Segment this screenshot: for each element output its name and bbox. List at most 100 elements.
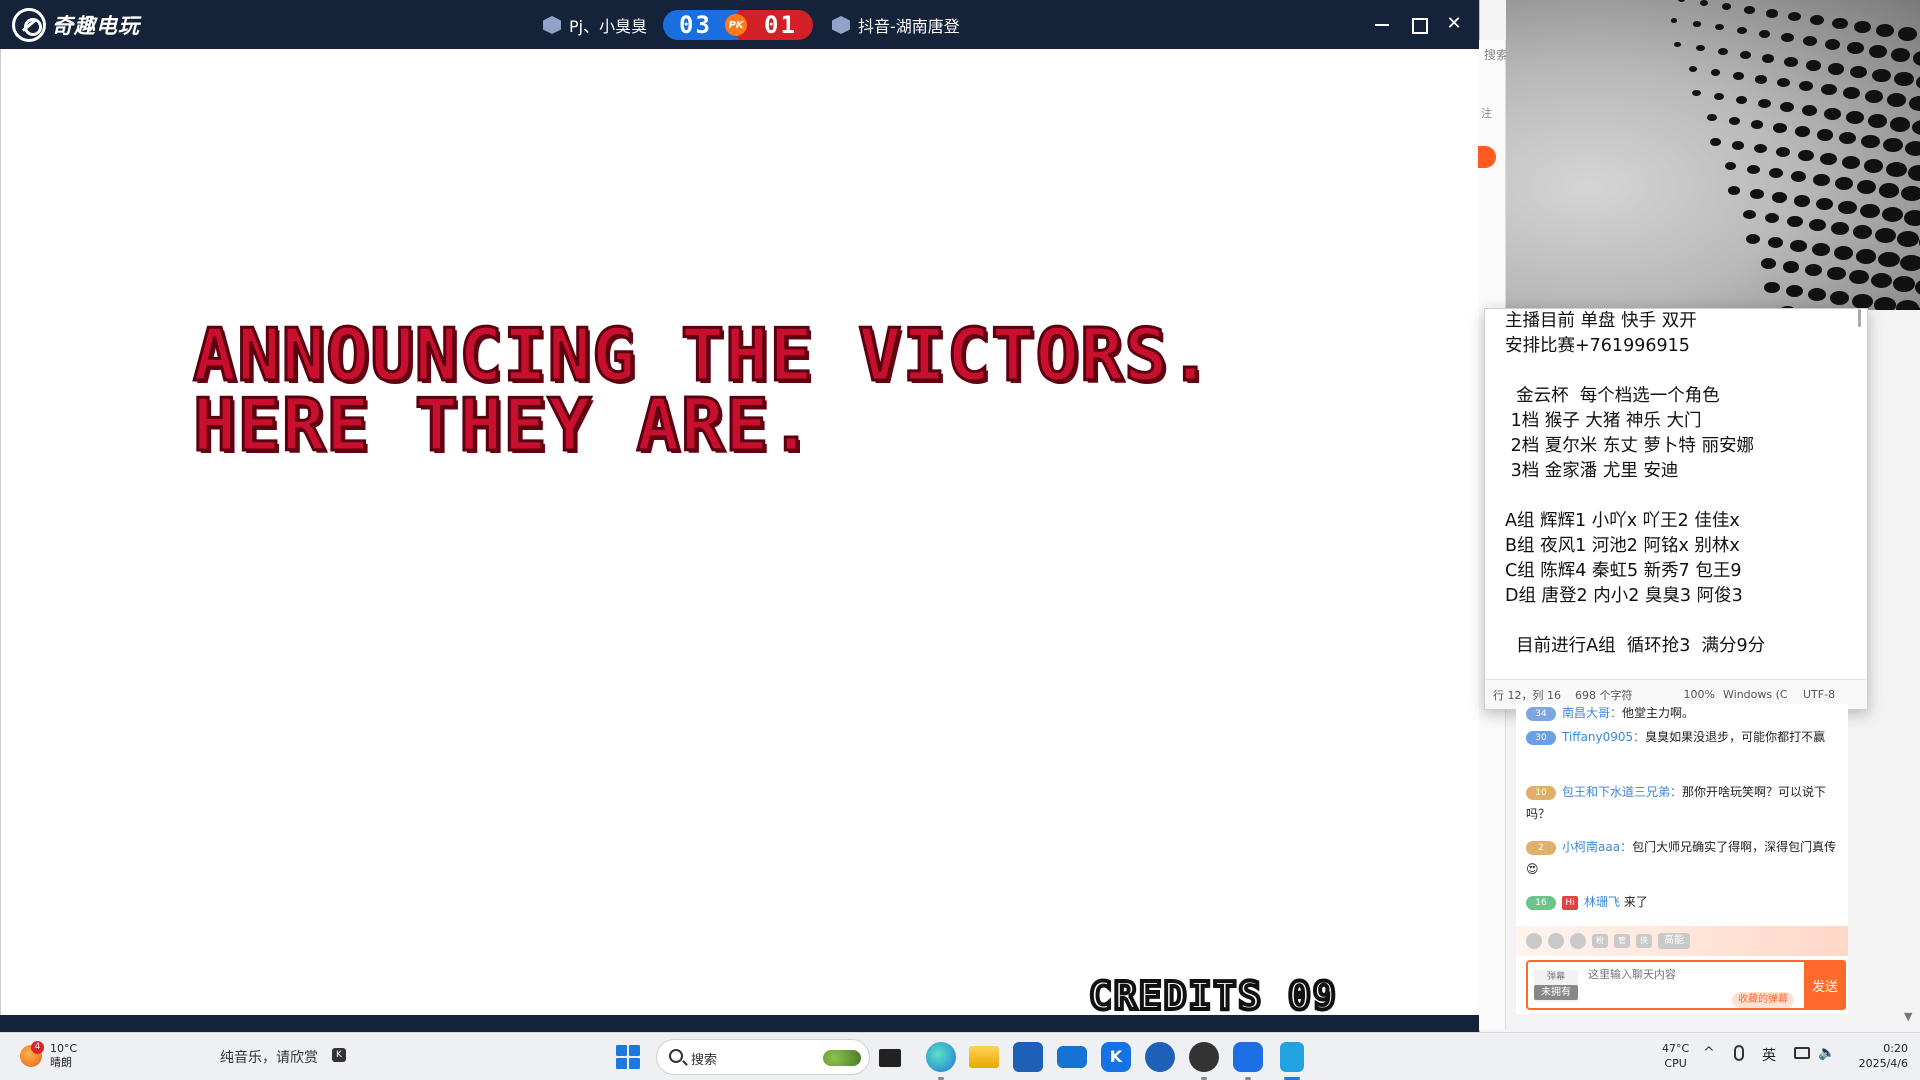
camera-hole xyxy=(1821,84,1837,96)
camera-hole xyxy=(1838,201,1857,215)
notepad-window[interactable]: 主播目前 单盘 快手 双开 安排比赛+761996915 金云杯 每个档选一个角… xyxy=(1484,308,1868,710)
chat-username[interactable]: 包王和下水道三兄弟： xyxy=(1562,785,1682,799)
input-language[interactable]: 英 xyxy=(1762,1045,1776,1065)
minimize-button[interactable] xyxy=(1370,12,1394,36)
camera-hole xyxy=(1728,186,1741,195)
obs-icon[interactable] xyxy=(1189,1042,1219,1072)
cpu-temp-widget[interactable]: 47°C CPU xyxy=(1662,1041,1689,1071)
notepad-icon[interactable] xyxy=(1280,1042,1304,1072)
volume-icon[interactable]: 🔈 xyxy=(1818,1045,1835,1061)
camera-hole xyxy=(1868,114,1888,128)
start-icon[interactable] xyxy=(616,1045,640,1069)
camera-hole xyxy=(1758,99,1771,109)
clock[interactable]: 0:20 2025/4/6 xyxy=(1850,1041,1908,1071)
edge-browser-icon[interactable] xyxy=(926,1042,956,1072)
game-screen[interactable]: ANNOUNCING THE VICTORS. HERE THEY ARE. C… xyxy=(0,49,1479,1020)
camera-hole xyxy=(1808,288,1827,301)
barrage-style-button[interactable]: 弹幕 未拥有 xyxy=(1534,970,1578,1002)
camera-hole xyxy=(1825,39,1841,50)
camera-hole xyxy=(1750,189,1764,199)
camera-hole xyxy=(1794,195,1811,207)
task-view-icon[interactable] xyxy=(879,1049,901,1067)
scroll-down-icon[interactable]: ▼ xyxy=(1904,1010,1912,1023)
camera-hole xyxy=(1692,90,1701,97)
camera-hole xyxy=(1842,156,1861,169)
camera-hole xyxy=(1696,45,1705,52)
notepad-text[interactable]: 主播目前 单盘 快手 双开 安排比赛+761996915 金云杯 每个档选一个角… xyxy=(1505,309,1855,659)
camera-hole xyxy=(1802,105,1818,116)
logo-text: 奇趣电玩 xyxy=(52,14,140,38)
camera-hole xyxy=(1891,48,1911,62)
clock-time: 0:20 xyxy=(1883,1042,1908,1055)
saved-barrage-button[interactable]: 收藏的弹幕 xyxy=(1732,992,1794,1008)
chat-username[interactable]: 林珊飞 xyxy=(1584,895,1620,909)
file-explorer-icon[interactable] xyxy=(969,1046,999,1068)
level-badge: 30 xyxy=(1526,730,1556,745)
camera-hole xyxy=(1729,117,1741,125)
chat-message: 10 包王和下水道三兄弟：那你开啥玩笑啊？可以说下吗？ xyxy=(1526,781,1841,825)
badge-icon[interactable] xyxy=(1570,933,1586,949)
navigation-app-icon[interactable] xyxy=(1145,1042,1175,1072)
camera-hole xyxy=(1761,258,1776,269)
send-button[interactable]: 发送 xyxy=(1804,960,1846,1010)
fan-tool-button[interactable]: 粉 xyxy=(1592,934,1608,948)
close-button[interactable]: ✕ xyxy=(1442,12,1466,36)
camera-hole xyxy=(1828,63,1845,75)
hi-badge: Hi xyxy=(1562,895,1578,910)
camera-hole xyxy=(1835,177,1853,190)
k-app-icon[interactable]: K xyxy=(1101,1042,1131,1072)
camera-hole xyxy=(1916,75,1920,91)
camera-hole xyxy=(1766,9,1778,18)
chat-panel: 34 南昌大哥：他堂主力啊。 30 Tiffany0905：臭臭如果没退步，可能你都… xyxy=(1516,704,1848,1014)
camera-hole xyxy=(1746,234,1760,244)
store-icon[interactable] xyxy=(1013,1042,1043,1072)
camera-hole xyxy=(1732,141,1744,150)
knight-tool-button[interactable]: 侠 xyxy=(1636,934,1652,948)
notepad-scrollbar[interactable] xyxy=(1858,309,1861,327)
camera-hole xyxy=(1896,300,1920,310)
camera-hole xyxy=(1878,252,1900,268)
camera-hole xyxy=(1795,126,1810,137)
camera-hole xyxy=(1847,42,1864,54)
camera-hole xyxy=(1887,93,1907,107)
maximize-button[interactable] xyxy=(1406,12,1430,36)
network-icon[interactable] xyxy=(1794,1047,1810,1059)
now-playing-text[interactable]: 纯音乐，请欣赏 xyxy=(220,1047,318,1067)
camera-hole xyxy=(1751,120,1764,129)
camera-hole xyxy=(1765,213,1780,224)
chat-username[interactable]: 小柯南aaa： xyxy=(1562,840,1632,854)
taskbar: 4 10°C 晴朗 纯音乐，请欣赏 K 搜索 K 47°C CPU ^ 英 🔈 … xyxy=(0,1032,1920,1080)
speaker-icon[interactable] xyxy=(1548,933,1564,949)
mail-icon[interactable] xyxy=(1057,1046,1087,1068)
camera-hole xyxy=(1886,162,1907,177)
admin-tool-button[interactable]: 管 xyxy=(1614,934,1630,948)
tray-overflow-icon[interactable]: ^ xyxy=(1703,1045,1715,1061)
camera-hole xyxy=(1830,291,1850,305)
taskbar-search[interactable]: 搜索 xyxy=(656,1039,870,1075)
camera-hole xyxy=(1737,27,1748,35)
music-app-icon[interactable]: K xyxy=(332,1048,346,1062)
qiqu-game-icon[interactable] xyxy=(1233,1042,1263,1072)
weather-widget[interactable]: 4 10°C 晴朗 xyxy=(20,1041,77,1070)
camera-hole xyxy=(1883,138,1903,153)
chat-input[interactable] xyxy=(1588,968,1788,981)
player-left[interactable]: Pj、小臭臭 xyxy=(543,13,647,37)
app-logo: 奇趣电玩 xyxy=(12,8,140,42)
notification-badge: 4 xyxy=(31,1041,44,1054)
chat-message: 34 南昌大哥：他堂主力啊。 xyxy=(1526,702,1841,724)
high-energy-button[interactable]: 高能 xyxy=(1658,933,1690,949)
camera-hole xyxy=(1860,204,1880,219)
chat-username[interactable]: 南昌大哥： xyxy=(1562,706,1622,720)
emoji-icon[interactable] xyxy=(1526,933,1542,949)
search-stub[interactable]: 搜索 xyxy=(1484,46,1508,63)
chat-username[interactable]: Tiffany0905： xyxy=(1562,730,1645,744)
camera-hole xyxy=(1759,30,1771,39)
rank-icon xyxy=(832,16,850,34)
camera-hole xyxy=(1806,60,1821,71)
player-right[interactable]: 抖音-湖南唐登 xyxy=(832,13,960,37)
microphone-icon[interactable] xyxy=(1734,1045,1744,1061)
camera-hole xyxy=(1783,261,1800,273)
camera-hole xyxy=(1786,285,1803,298)
follow-stub[interactable]: 注 xyxy=(1481,105,1492,121)
camera-hole xyxy=(1813,174,1830,186)
